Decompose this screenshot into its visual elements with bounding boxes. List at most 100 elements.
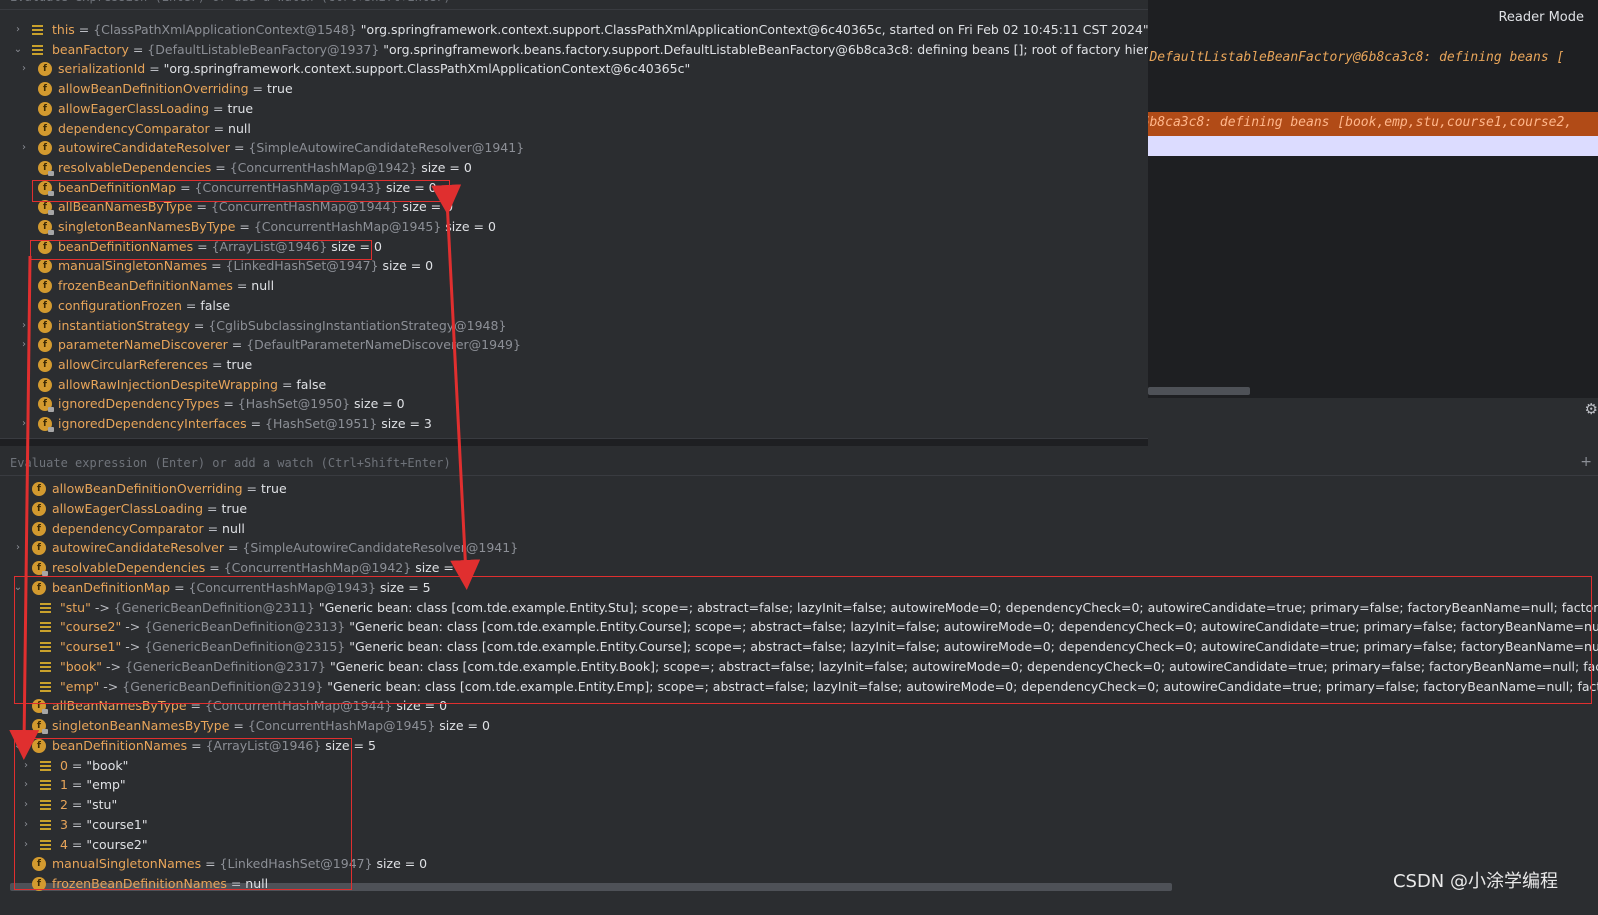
expand-arrow-icon[interactable]: › <box>18 414 30 434</box>
variable-type: {LinkedHashSet@1947} <box>225 258 379 274</box>
variable-type: {HashSet@1950} <box>237 396 351 412</box>
variable-row[interactable]: ⌄ beanFactory = {DefaultListableBeanFacto… <box>0 40 1148 60</box>
variable-value: size = 0 <box>372 856 428 872</box>
field-icon: f <box>38 200 54 216</box>
variable-type: {ConcurrentHashMap@1945} <box>247 718 436 733</box>
variable-value: "org.springframework.beans.factory.suppo… <box>379 41 1148 57</box>
variable-row[interactable]: f singletonBeanNamesByType = {ConcurrentH… <box>0 217 1148 237</box>
evaluate-expression-input-bottom[interactable]: Evaluate expression (Enter) or add a wat… <box>0 450 1598 476</box>
variable-row[interactable]: f ignoredDependencyTypes = {HashSet@1950}… <box>0 394 1148 414</box>
variable-name: ignoredDependencyInterfaces <box>58 416 247 431</box>
editor-preview-pane: Reader Mode rt.DefaultListableBeanFactor… <box>1148 0 1598 438</box>
variable-row[interactable]: › f instantiationStrategy = {CglibSubclass… <box>0 316 1148 336</box>
variable-operator: = <box>232 278 252 294</box>
variable-row[interactable]: › f parameterNameDiscoverer = {DefaultPara… <box>0 335 1148 355</box>
variable-name: autowireCandidateResolver <box>52 540 224 556</box>
variable-name: allowBeanDefinitionOverriding <box>58 81 249 97</box>
field-icon: f <box>38 82 52 97</box>
field-icon: f <box>32 541 46 556</box>
variable-name: allowEagerClassLoading <box>52 500 204 516</box>
add-watch-icon[interactable]: + <box>1580 454 1592 470</box>
collapse-arrow-icon[interactable]: ⌄ <box>12 40 24 60</box>
variable-operator: = <box>205 560 224 575</box>
variable-operator: = <box>209 100 228 116</box>
highlight-box-bean-definition-names <box>30 240 372 260</box>
field-icon: f <box>32 561 48 576</box>
variable-row[interactable]: › f ignoredDependencyInterfaces = {HashSet… <box>0 414 1148 434</box>
variable-row[interactable]: f dependencyComparator = null <box>0 119 1148 139</box>
gear-icon[interactable]: ⚙ <box>1585 400 1598 418</box>
expand-arrow-icon[interactable]: › <box>18 138 30 158</box>
variable-row[interactable]: f resolvableDependencies = {ConcurrentHas… <box>0 158 1148 178</box>
highlight-box-bean-definition-map-expanded <box>14 576 1592 704</box>
variable-value: size = 0 <box>417 159 472 175</box>
variable-value: "org.springframework.context.support.Cla… <box>356 22 1148 37</box>
field-icon: f <box>38 417 54 432</box>
variable-row[interactable]: f dependencyComparator = null <box>0 519 1598 539</box>
variable-value: true <box>261 481 287 496</box>
variable-operator: = <box>203 500 222 516</box>
variable-row[interactable]: › this = {ClassPathXmlApplicationContext@… <box>0 20 1148 40</box>
field-icon: f <box>38 141 52 156</box>
variable-row[interactable]: f configurationFrozen = false <box>0 296 1148 316</box>
variable-name: allowBeanDefinitionOverriding <box>52 481 243 496</box>
field-icon: f <box>32 482 46 496</box>
variable-row[interactable]: › f serializationId = "org.springframework… <box>0 59 1148 79</box>
evaluate-expression-input-top[interactable]: Evaluate expression (Enter) or add a wat… <box>0 0 1148 10</box>
field-icon: f <box>38 377 52 392</box>
variable-name: dependencyComparator <box>58 120 210 136</box>
variable-row[interactable]: f allowEagerClassLoading = true <box>0 499 1598 519</box>
expand-arrow-icon[interactable]: › <box>12 20 24 40</box>
horizontal-scrollbar[interactable] <box>1148 387 1250 395</box>
editor-line-2: y@6b8ca3c8: defining beans [book,emp,stu… <box>1148 115 1573 130</box>
variable-row[interactable]: f resolvableDependencies = {ConcurrentHas… <box>0 558 1598 578</box>
variable-operator: = <box>207 258 226 274</box>
variable-type: {ConcurrentHashMap@1945} <box>253 219 442 234</box>
variable-row[interactable]: f allowRawInjectionDespiteWrapping = fals… <box>0 375 1148 395</box>
variable-name: autowireCandidateResolver <box>58 140 230 156</box>
reader-mode-button[interactable]: Reader Mode <box>1498 10 1584 25</box>
highlight-box-bean-definition-map <box>32 180 450 202</box>
variable-value: size = 0 <box>441 219 496 234</box>
expand-arrow-icon[interactable]: › <box>18 316 30 336</box>
variable-name: instantiationStrategy <box>58 317 190 333</box>
list-entry-icon <box>32 44 43 55</box>
expand-arrow-icon[interactable]: › <box>18 335 30 355</box>
variable-type: {HashSet@1951} <box>265 416 378 431</box>
variable-name: singletonBeanNamesByType <box>52 718 230 733</box>
variable-name: allowRawInjectionDespiteWrapping <box>58 376 278 392</box>
variable-type: {CglibSubclassingInstantiationStrategy@1… <box>208 317 507 333</box>
field-icon: f <box>38 338 52 353</box>
field-icon: f <box>38 298 52 313</box>
highlight-box-bean-definition-names-expanded <box>14 738 352 890</box>
variable-value: false <box>296 376 327 392</box>
variable-operator: = <box>74 22 94 37</box>
field-icon: f <box>38 62 52 77</box>
expand-arrow-icon[interactable]: › <box>12 538 24 558</box>
variable-type: {ClassPathXmlApplicationContext@1548} <box>93 22 357 37</box>
expand-arrow-icon[interactable]: › <box>18 59 30 79</box>
variables-pane-after: Evaluate expression (Enter) or add a wat… <box>0 446 1598 915</box>
variable-name: this <box>52 22 75 37</box>
variable-type: {DefaultListableBeanFactory@1937} <box>147 41 380 57</box>
variable-row[interactable]: f allowBeanDefinitionOverriding = true <box>0 79 1148 99</box>
variable-name: allowCircularReferences <box>58 356 209 372</box>
variable-row[interactable]: › f autowireCandidateResolver = {SimpleAut… <box>0 538 1598 558</box>
field-icon: f <box>38 160 54 176</box>
variable-value: true <box>226 356 253 372</box>
variable-row[interactable]: › f autowireCandidateResolver = {SimpleAut… <box>0 138 1148 158</box>
variable-row[interactable]: f frozenBeanDefinitionNames = null <box>0 276 1148 296</box>
variable-operator: = <box>227 337 247 353</box>
variable-value: null <box>228 120 251 136</box>
variable-operator: = <box>209 120 229 136</box>
field-icon: f <box>38 220 54 235</box>
variable-row[interactable]: f singletonBeanNamesByType = {ConcurrentH… <box>0 716 1598 736</box>
variable-row[interactable]: f allowBeanDefinitionOverriding = true <box>0 479 1598 499</box>
field-icon: f <box>38 279 52 294</box>
variable-type: {SimpleAutowireCandidateResolver@1941} <box>242 540 519 556</box>
variable-name: manualSingletonNames <box>58 258 208 274</box>
variable-row[interactable]: f allowCircularReferences = true <box>0 355 1148 375</box>
variable-row[interactable]: f allowEagerClassLoading = true <box>0 99 1148 119</box>
variable-operator: = <box>229 718 248 733</box>
variable-name: frozenBeanDefinitionNames <box>58 278 233 294</box>
